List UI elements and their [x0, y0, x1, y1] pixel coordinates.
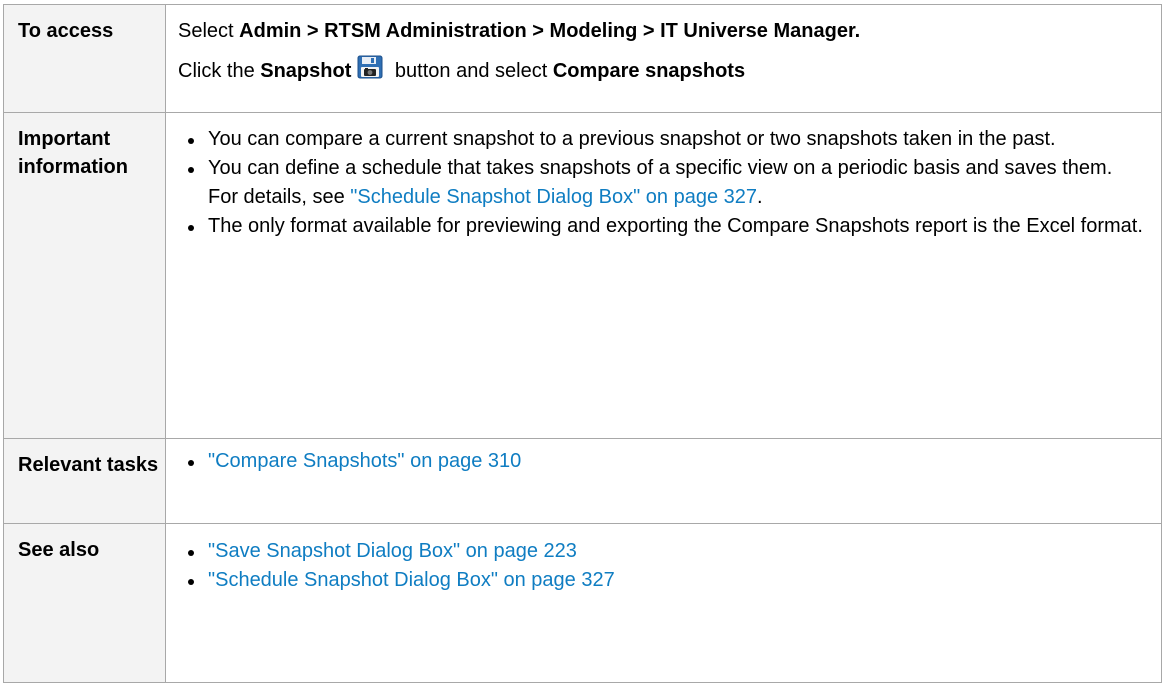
- list-item: You can define a schedule that takes sna…: [178, 154, 1147, 212]
- access-click-prefix: Click the: [178, 60, 261, 82]
- list-item: "Schedule Snapshot Dialog Box" on page 3…: [178, 566, 1147, 595]
- list-item: "Save Snapshot Dialog Box" on page 223: [178, 537, 1147, 566]
- compare-snapshots-action: Compare snapshots: [552, 60, 746, 82]
- bullet-icon: [188, 225, 194, 231]
- row-content-to-access: Select Admin > RTSM Administration > Mod…: [165, 4, 1162, 113]
- bullet-icon: [188, 550, 194, 556]
- bullet-icon: [188, 579, 194, 585]
- row-label-important-information: Important information: [3, 112, 166, 439]
- access-click-middle: button and select: [389, 60, 553, 82]
- row-content-see-also: "Save Snapshot Dialog Box" on page 223 "…: [165, 523, 1162, 683]
- row-content-important-information: You can compare a current snapshot to a …: [165, 112, 1162, 439]
- save-snapshot-link[interactable]: "Save Snapshot Dialog Box" on page 223: [208, 540, 577, 562]
- important-information-list: You can compare a current snapshot to a …: [178, 125, 1147, 241]
- list-item: You can compare a current snapshot to a …: [178, 125, 1147, 154]
- row-content-relevant-tasks: "Compare Snapshots" on page 310: [165, 438, 1162, 524]
- access-click-line: Click the Snapshot button and select Com…: [178, 55, 1147, 86]
- row-label-see-also: See also: [3, 523, 166, 683]
- table-row-relevant-tasks: Relevant tasks "Compare Snapshots" on pa…: [3, 438, 1162, 524]
- access-select-prefix: Select: [178, 20, 240, 42]
- list-item: "Compare Snapshots" on page 310: [178, 447, 1147, 476]
- row-label-to-access: To access: [3, 4, 166, 113]
- access-instruction-line: Select Admin > RTSM Administration > Mod…: [178, 17, 1147, 46]
- row-label-relevant-tasks: Relevant tasks: [3, 438, 166, 524]
- compare-snapshots-link[interactable]: "Compare Snapshots" on page 310: [208, 450, 521, 472]
- table-row-see-also: See also "Save Snapshot Dialog Box" on p…: [3, 523, 1162, 683]
- list-item-suffix: .: [757, 186, 763, 208]
- see-also-list: "Save Snapshot Dialog Box" on page 223 "…: [178, 537, 1147, 595]
- relevant-tasks-list: "Compare Snapshots" on page 310: [178, 447, 1147, 476]
- info-table: To access Select Admin > RTSM Administra…: [3, 4, 1162, 683]
- list-item: The only format available for previewing…: [178, 212, 1147, 241]
- bullet-icon: [188, 460, 194, 466]
- access-menu-path: Admin > RTSM Administration > Modeling >…: [239, 20, 861, 42]
- table-row-important-information: Important information You can compare a …: [3, 112, 1162, 439]
- snapshot-icon: [357, 55, 383, 79]
- snapshot-button-name: Snapshot: [260, 60, 352, 82]
- list-item-text: The only format available for previewing…: [208, 215, 1143, 237]
- schedule-snapshot-link[interactable]: "Schedule Snapshot Dialog Box" on page 3…: [350, 186, 757, 208]
- schedule-snapshot-see-also-link[interactable]: "Schedule Snapshot Dialog Box" on page 3…: [208, 569, 615, 591]
- bullet-icon: [188, 167, 194, 173]
- bullet-icon: [188, 138, 194, 144]
- list-item-text: You can compare a current snapshot to a …: [208, 128, 1056, 150]
- table-row-to-access: To access Select Admin > RTSM Administra…: [3, 4, 1162, 113]
